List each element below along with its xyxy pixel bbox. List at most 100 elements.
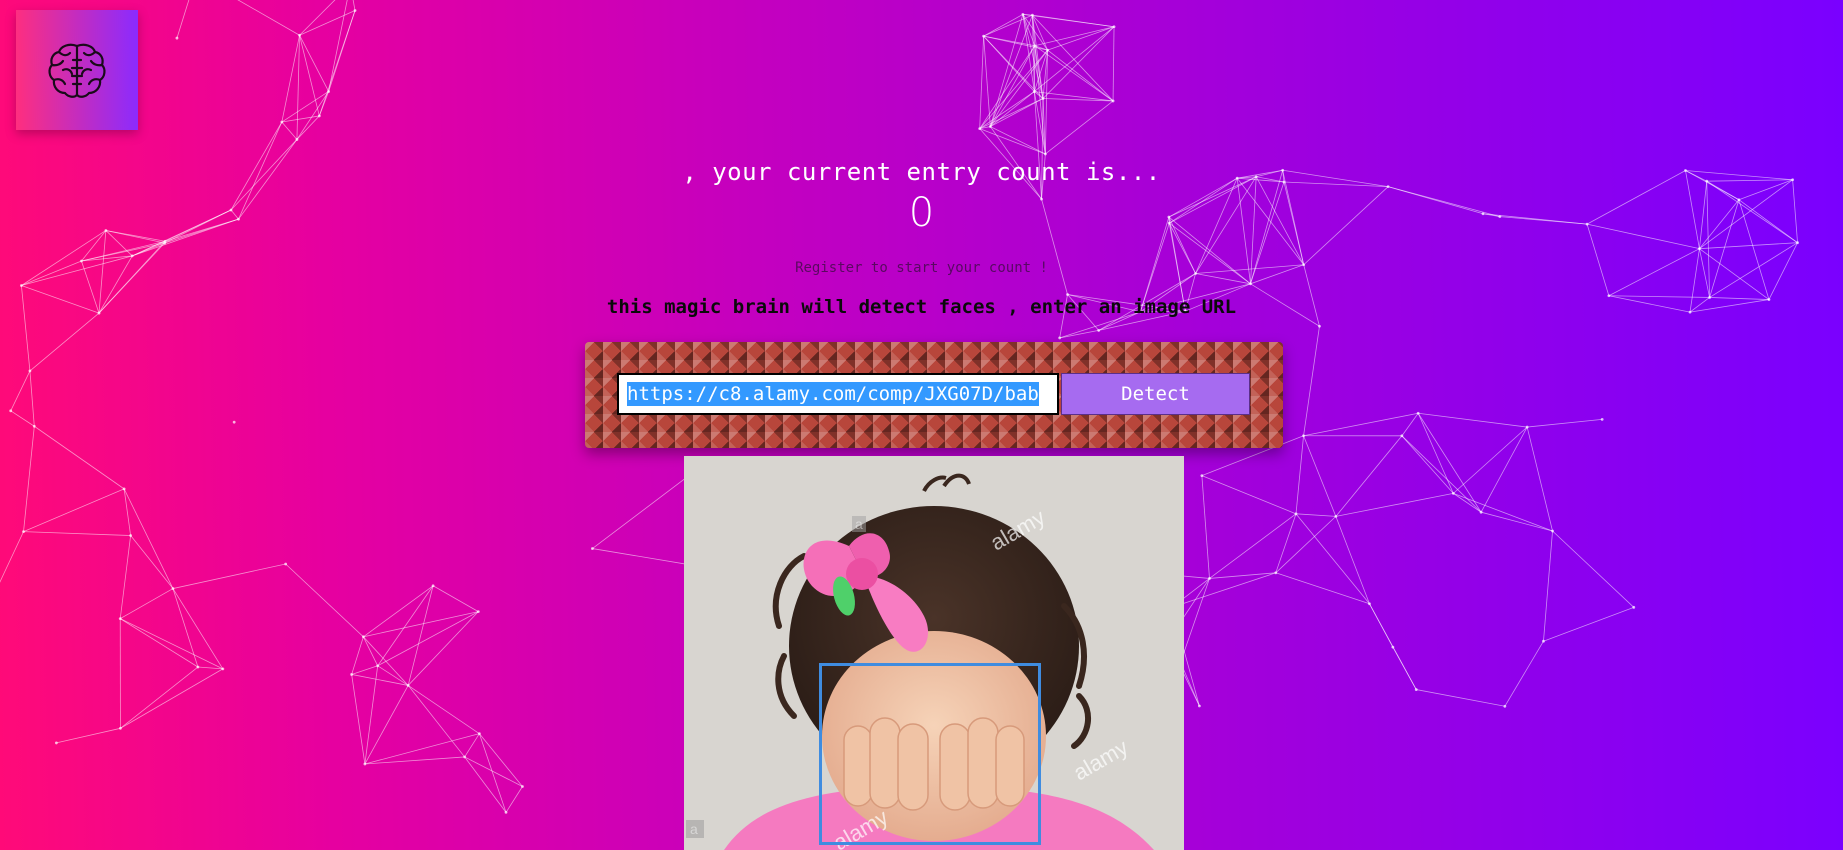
- particle-link: [1047, 26, 1115, 51]
- particle-link: [1033, 91, 1046, 155]
- particle-node: [317, 114, 321, 118]
- particle-node: [1318, 324, 1321, 328]
- particle-node: [1021, 13, 1025, 16]
- image-url-input[interactable]: https://c8.alamy.com/comp/JXG07D/bab: [617, 373, 1059, 415]
- particle-link: [81, 240, 166, 262]
- particle-link: [299, 0, 336, 36]
- particle-link: [1401, 435, 1482, 513]
- logo-tile[interactable]: [16, 10, 138, 130]
- particle-link: [1335, 435, 1403, 517]
- particle-link: [1042, 26, 1115, 99]
- particle-link: [990, 49, 1048, 127]
- particle-link: [1022, 14, 1035, 92]
- particle-node: [32, 424, 36, 428]
- particle-node: [350, 673, 354, 676]
- particle-link: [479, 733, 523, 787]
- particle-link: [1453, 492, 1553, 532]
- particle-node: [1479, 510, 1483, 514]
- particle-node: [1198, 704, 1201, 708]
- particle-link: [363, 636, 409, 686]
- particle-link: [23, 531, 131, 536]
- particle-node: [1033, 44, 1037, 48]
- particle-node: [298, 33, 301, 37]
- particle-link: [363, 585, 434, 638]
- particle-node: [1032, 90, 1036, 93]
- particle-link: [1022, 14, 1033, 16]
- particle-node: [1391, 645, 1395, 649]
- detect-button[interactable]: Detect: [1061, 373, 1250, 415]
- particle-link: [10, 370, 31, 411]
- particle-link: [237, 0, 300, 36]
- particle-link: [1032, 15, 1035, 92]
- register-hint: Register to start your count !: [795, 260, 1048, 276]
- particle-link: [1526, 426, 1553, 532]
- particle-link: [120, 618, 224, 670]
- particle-node: [1368, 602, 1371, 606]
- particle-link: [983, 14, 1033, 37]
- particle-node: [353, 9, 357, 12]
- particle-node: [1302, 434, 1305, 438]
- particle-node: [284, 562, 288, 566]
- particle-link: [1201, 475, 1210, 579]
- particle-link: [132, 240, 166, 257]
- particle-node: [28, 369, 32, 373]
- particle-link: [407, 685, 480, 735]
- particle-link: [1042, 98, 1046, 154]
- particle-link: [1209, 513, 1297, 579]
- particle-link: [1034, 45, 1044, 99]
- particle-link: [21, 230, 107, 286]
- particle-node: [1112, 25, 1116, 29]
- particle-link: [299, 35, 320, 117]
- particle-link: [119, 535, 132, 619]
- particle-node: [1334, 514, 1338, 518]
- particle-node: [1632, 605, 1636, 609]
- particle-link: [351, 674, 366, 765]
- particle-link: [296, 115, 320, 140]
- particle-link: [1034, 91, 1114, 102]
- particle-link: [1180, 578, 1210, 663]
- particle-link: [592, 477, 686, 549]
- particle-link: [172, 588, 224, 670]
- particle-node: [1249, 282, 1252, 286]
- particle-link: [464, 756, 507, 813]
- particle-node: [1058, 336, 1062, 340]
- particle-node: [119, 726, 122, 730]
- particle-node: [406, 684, 410, 687]
- particle-link: [1295, 435, 1304, 514]
- particle-link: [505, 786, 523, 813]
- particle-link: [1033, 49, 1048, 92]
- particle-link: [377, 665, 409, 686]
- particle-node: [295, 138, 299, 141]
- particle-link: [1552, 530, 1635, 608]
- particle-node: [463, 755, 467, 759]
- entry-count-message: , your current entry count is...: [682, 158, 1161, 186]
- particle-link: [0, 531, 24, 583]
- particle-node: [1600, 417, 1604, 421]
- particle-link: [29, 370, 35, 427]
- particle-node: [521, 785, 524, 788]
- particle-link: [10, 410, 35, 427]
- particle-node: [431, 584, 435, 588]
- particle-link: [1059, 330, 1099, 339]
- particle-link: [299, 10, 356, 36]
- particle-link: [120, 618, 199, 668]
- particle-node: [361, 635, 365, 639]
- particle-node: [376, 664, 380, 668]
- particle-node: [988, 125, 992, 128]
- particle-link: [1034, 91, 1044, 99]
- particle-link: [363, 636, 379, 666]
- particle-link: [1417, 413, 1482, 513]
- particle-node: [476, 610, 480, 614]
- particle-link: [281, 115, 320, 123]
- particle-link: [983, 36, 991, 127]
- particle-node: [591, 547, 594, 550]
- particle-node: [1796, 241, 1799, 245]
- particle-link: [318, 10, 356, 117]
- particle-link: [407, 611, 479, 686]
- particle-link: [1034, 45, 1114, 102]
- particle-link: [979, 91, 1035, 129]
- particle-link: [123, 488, 174, 589]
- particle-link: [1369, 603, 1417, 690]
- particle-node: [129, 534, 133, 537]
- particle-link: [478, 733, 507, 813]
